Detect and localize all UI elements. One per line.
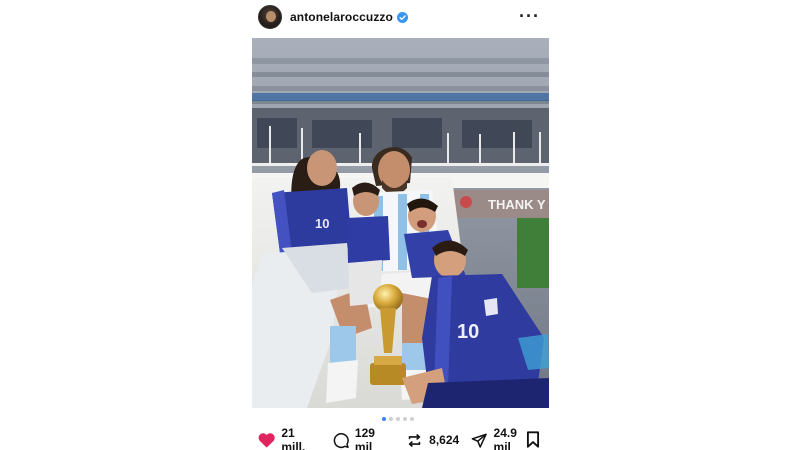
- username[interactable]: antonelaroccuzzo: [290, 10, 393, 24]
- comments-count: 129 mil: [354, 426, 375, 450]
- carousel-indicator: [382, 417, 414, 421]
- carousel-dot: [389, 417, 393, 421]
- more-options-icon[interactable]: ···: [519, 7, 540, 25]
- carousel-dot: [396, 417, 400, 421]
- jersey-number-2: 10: [457, 321, 479, 343]
- verified-badge-icon: [396, 11, 408, 23]
- carousel-dot-active: [382, 417, 386, 421]
- carousel-dot: [410, 417, 414, 421]
- carousel-dot: [403, 417, 407, 421]
- action-bar: 21 mill. 129 mil 8,624 24.9 mil: [258, 426, 548, 450]
- comment-icon: [333, 432, 349, 448]
- repost-icon: [408, 433, 421, 447]
- send-icon: [471, 433, 487, 448]
- post-photo[interactable]: THANK Y 10 10: [252, 38, 549, 408]
- heart-icon: [258, 433, 275, 448]
- jersey-number-1: 10: [315, 216, 329, 231]
- avatar[interactable]: [258, 5, 282, 29]
- post-header: antonelaroccuzzo ···: [258, 4, 548, 30]
- reposts-count: 8,624: [429, 433, 460, 447]
- repost-button[interactable]: 8,624: [406, 432, 459, 449]
- like-button[interactable]: 21 mill.: [258, 426, 321, 450]
- comment-button[interactable]: 129 mil: [333, 426, 395, 450]
- likes-count: 21 mill.: [281, 426, 306, 450]
- bookmark-icon[interactable]: [526, 431, 540, 448]
